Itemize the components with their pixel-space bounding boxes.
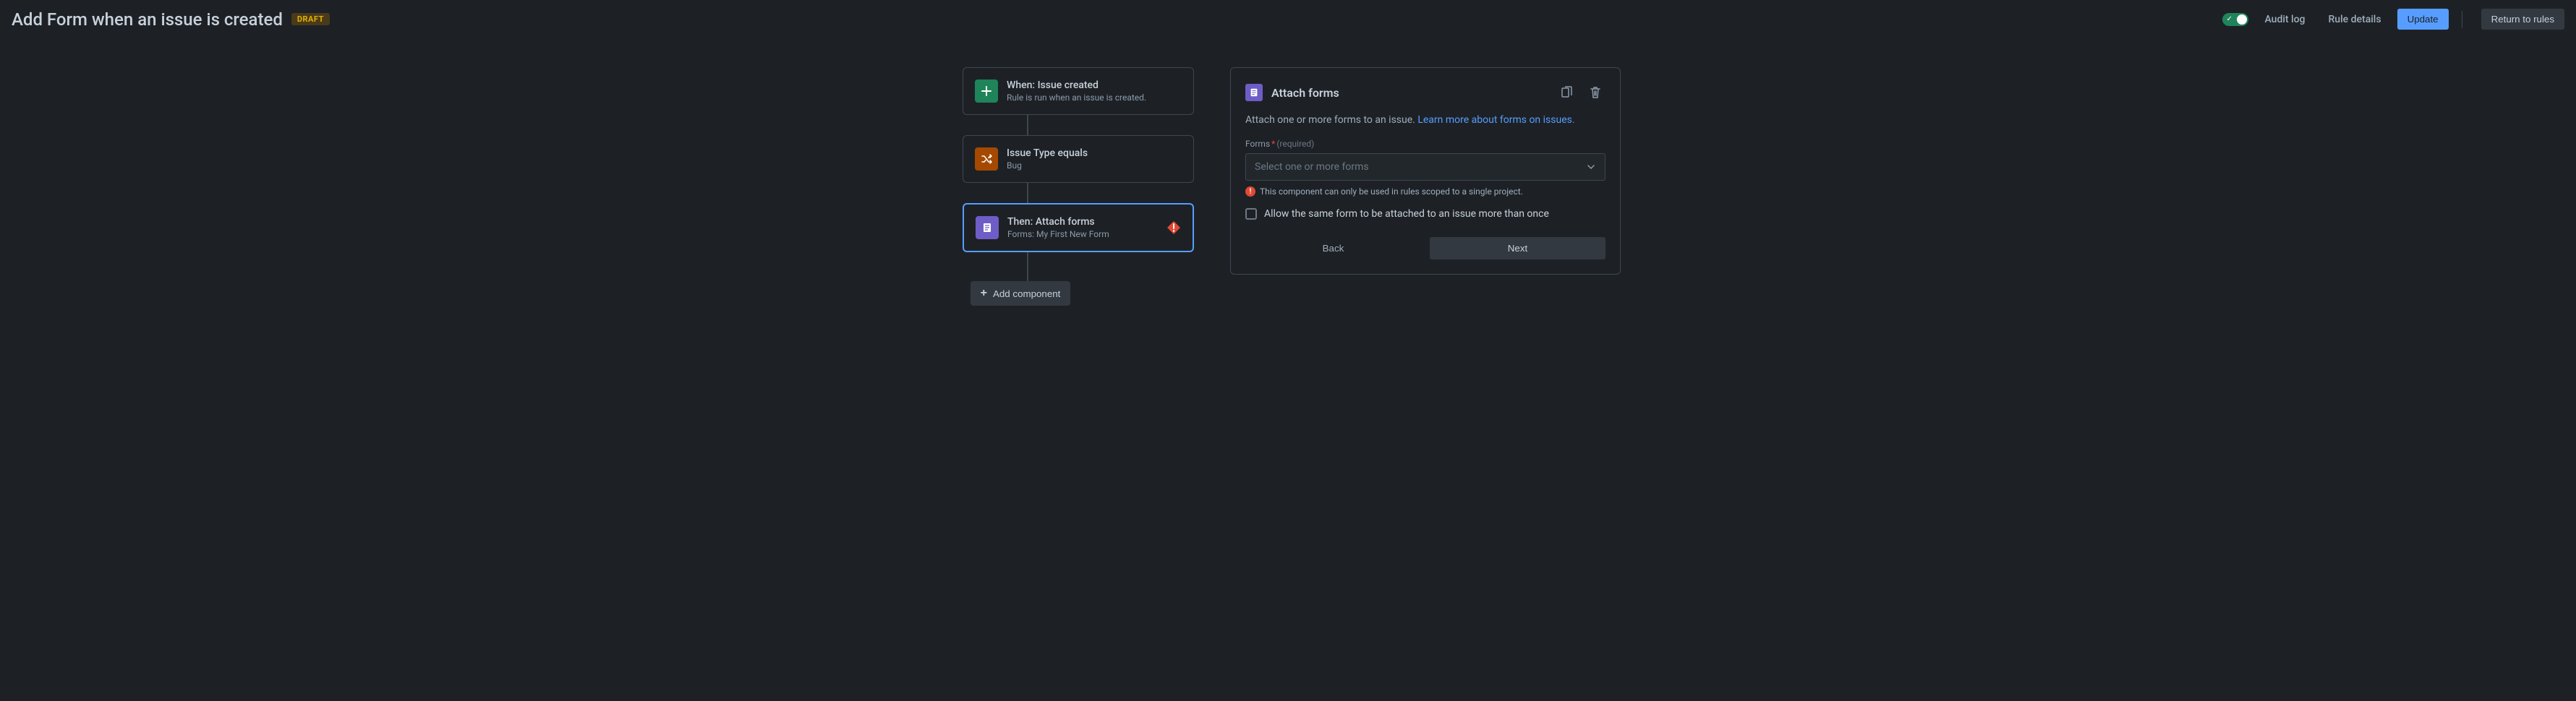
panel-header: Attach forms	[1245, 82, 1605, 103]
error-icon	[1167, 220, 1181, 235]
desc-text: Attach one or more forms to an issue.	[1245, 114, 1417, 126]
next-button[interactable]: Next	[1430, 237, 1605, 259]
action-text: Then: Attach forms Forms: My First New F…	[1007, 216, 1158, 239]
label-text: Forms	[1245, 139, 1270, 149]
add-component-button[interactable]: + Add component	[971, 281, 1071, 306]
connector	[1027, 115, 1028, 135]
page-icon	[976, 216, 999, 239]
panel-description: Attach one or more forms to an issue. Le…	[1245, 114, 1605, 126]
delete-icon[interactable]	[1585, 82, 1605, 103]
toggle-knob	[2237, 14, 2247, 25]
copy-icon[interactable]	[1556, 82, 1577, 103]
required-asterisk: *	[1271, 139, 1275, 149]
plus-icon: +	[981, 287, 987, 300]
plus-icon	[975, 79, 998, 103]
page-header: Add Form when an issue is created DRAFT …	[0, 0, 2576, 38]
learn-more-link[interactable]: Learn more about forms on issues.	[1417, 114, 1574, 126]
audit-log-link[interactable]: Audit log	[2264, 14, 2305, 25]
page-icon	[1245, 84, 1263, 101]
draft-badge: DRAFT	[291, 13, 330, 25]
connector	[1027, 183, 1028, 203]
shuffle-icon	[975, 147, 998, 171]
trigger-text: When: Issue created Rule is run when an …	[1007, 79, 1182, 103]
condition-title: Issue Type equals	[1007, 147, 1182, 159]
required-hint: (required)	[1276, 139, 1314, 149]
action-subtitle: Forms: My First New Form	[1007, 229, 1158, 239]
action-title: Then: Attach forms	[1007, 216, 1158, 228]
connector	[1027, 252, 1028, 281]
checkbox-label: Allow the same form to be attached to an…	[1264, 208, 1549, 220]
error-icon: !	[1245, 186, 1255, 197]
error-message: ! This component can only be used in rul…	[1245, 186, 1605, 197]
forms-select[interactable]: Select one or more forms	[1245, 153, 1605, 181]
back-button[interactable]: Back	[1245, 237, 1421, 259]
return-to-rules-button[interactable]: Return to rules	[2481, 9, 2564, 30]
trigger-subtitle: Rule is run when an issue is created.	[1007, 93, 1182, 103]
rule-enabled-toggle[interactable]: ✓	[2222, 13, 2248, 26]
panel-title: Attach forms	[1271, 86, 1548, 100]
trigger-card[interactable]: When: Issue created Rule is run when an …	[963, 67, 1194, 115]
condition-subtitle: Bug	[1007, 160, 1182, 171]
action-card[interactable]: Then: Attach forms Forms: My First New F…	[963, 203, 1194, 252]
condition-text: Issue Type equals Bug	[1007, 147, 1182, 171]
chevron-down-icon	[1586, 162, 1596, 172]
update-button[interactable]: Update	[2397, 9, 2449, 30]
add-component-label: Add component	[993, 288, 1060, 299]
panel-footer: Back Next	[1245, 237, 1605, 259]
rule-details-link[interactable]: Rule details	[2329, 14, 2381, 25]
forms-field-label: Forms * (required)	[1245, 139, 1605, 149]
check-icon: ✓	[2226, 15, 2232, 23]
condition-card[interactable]: Issue Type equals Bug	[963, 135, 1194, 183]
select-placeholder: Select one or more forms	[1255, 161, 1369, 173]
allow-duplicate-row: Allow the same form to be attached to an…	[1245, 208, 1605, 220]
allow-duplicate-checkbox[interactable]	[1245, 208, 1257, 220]
rule-title: Add Form when an issue is created	[12, 9, 283, 30]
details-panel: Attach forms Attach one or more forms to…	[1230, 67, 1621, 275]
trigger-title: When: Issue created	[1007, 79, 1182, 91]
rule-flow-column: When: Issue created Rule is run when an …	[955, 67, 1201, 306]
main-content: When: Issue created Rule is run when an …	[0, 38, 2576, 335]
error-text: This component can only be used in rules…	[1260, 186, 1523, 197]
